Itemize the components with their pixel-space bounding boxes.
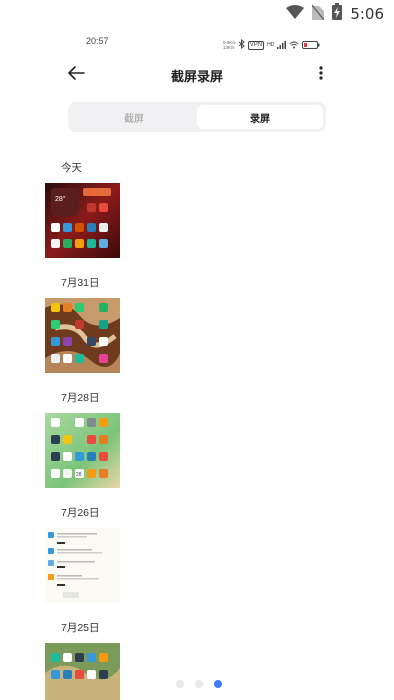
vpn-badge: VPN	[247, 40, 265, 50]
low-battery-icon	[302, 36, 320, 54]
recording-thumbnail[interactable]	[45, 298, 120, 373]
battery-charging-icon	[332, 3, 343, 25]
page-dot[interactable]	[176, 680, 184, 688]
date-label: 7月25日	[61, 622, 100, 634]
date-label: 7月31日	[61, 277, 100, 289]
recording-thumbnail[interactable]	[45, 528, 120, 603]
more-vert-icon	[319, 65, 323, 85]
page-title: 截屏录屏	[170, 69, 223, 84]
wifi-icon	[286, 4, 305, 24]
bluetooth-icon	[238, 36, 245, 54]
page-dot-active[interactable]	[214, 680, 222, 688]
page-indicator	[176, 680, 222, 688]
recording-thumbnail[interactable]: 28°	[45, 183, 120, 258]
network-speed: 0.6K/s 13K/s	[223, 40, 236, 50]
segmented-tabs: 截屏 录屏	[68, 102, 326, 132]
date-label: 7月28日	[61, 392, 100, 404]
hd-label: HD	[267, 42, 275, 48]
thumbnail-calendar-day: 28	[76, 472, 82, 478]
no-sim-icon	[311, 4, 325, 25]
recording-thumbnail[interactable]	[45, 643, 120, 700]
thumbnail-weather-temp: 28°	[55, 195, 66, 203]
system-time: 5:06	[350, 5, 384, 23]
inner-status-bar: 20:57 0.6K/s 13K/s VPN HD	[0, 36, 394, 50]
recording-thumbnail[interactable]: 28	[45, 413, 120, 488]
page-dot[interactable]	[195, 680, 203, 688]
tab-screenshot[interactable]: 截屏	[71, 105, 197, 129]
tab-screen-recording[interactable]: 录屏	[197, 105, 323, 129]
signal-icon	[277, 36, 287, 54]
more-options-button[interactable]	[312, 64, 330, 86]
date-label: 7月26日	[61, 507, 100, 519]
date-label: 今天	[61, 162, 82, 174]
download-speed: 13K/s	[223, 45, 235, 50]
inner-wifi-icon	[289, 36, 299, 54]
app-header: 截屏录屏	[0, 60, 394, 90]
inner-status-time: 20:57	[86, 36, 109, 46]
system-status-bar: 5:06	[0, 0, 394, 26]
